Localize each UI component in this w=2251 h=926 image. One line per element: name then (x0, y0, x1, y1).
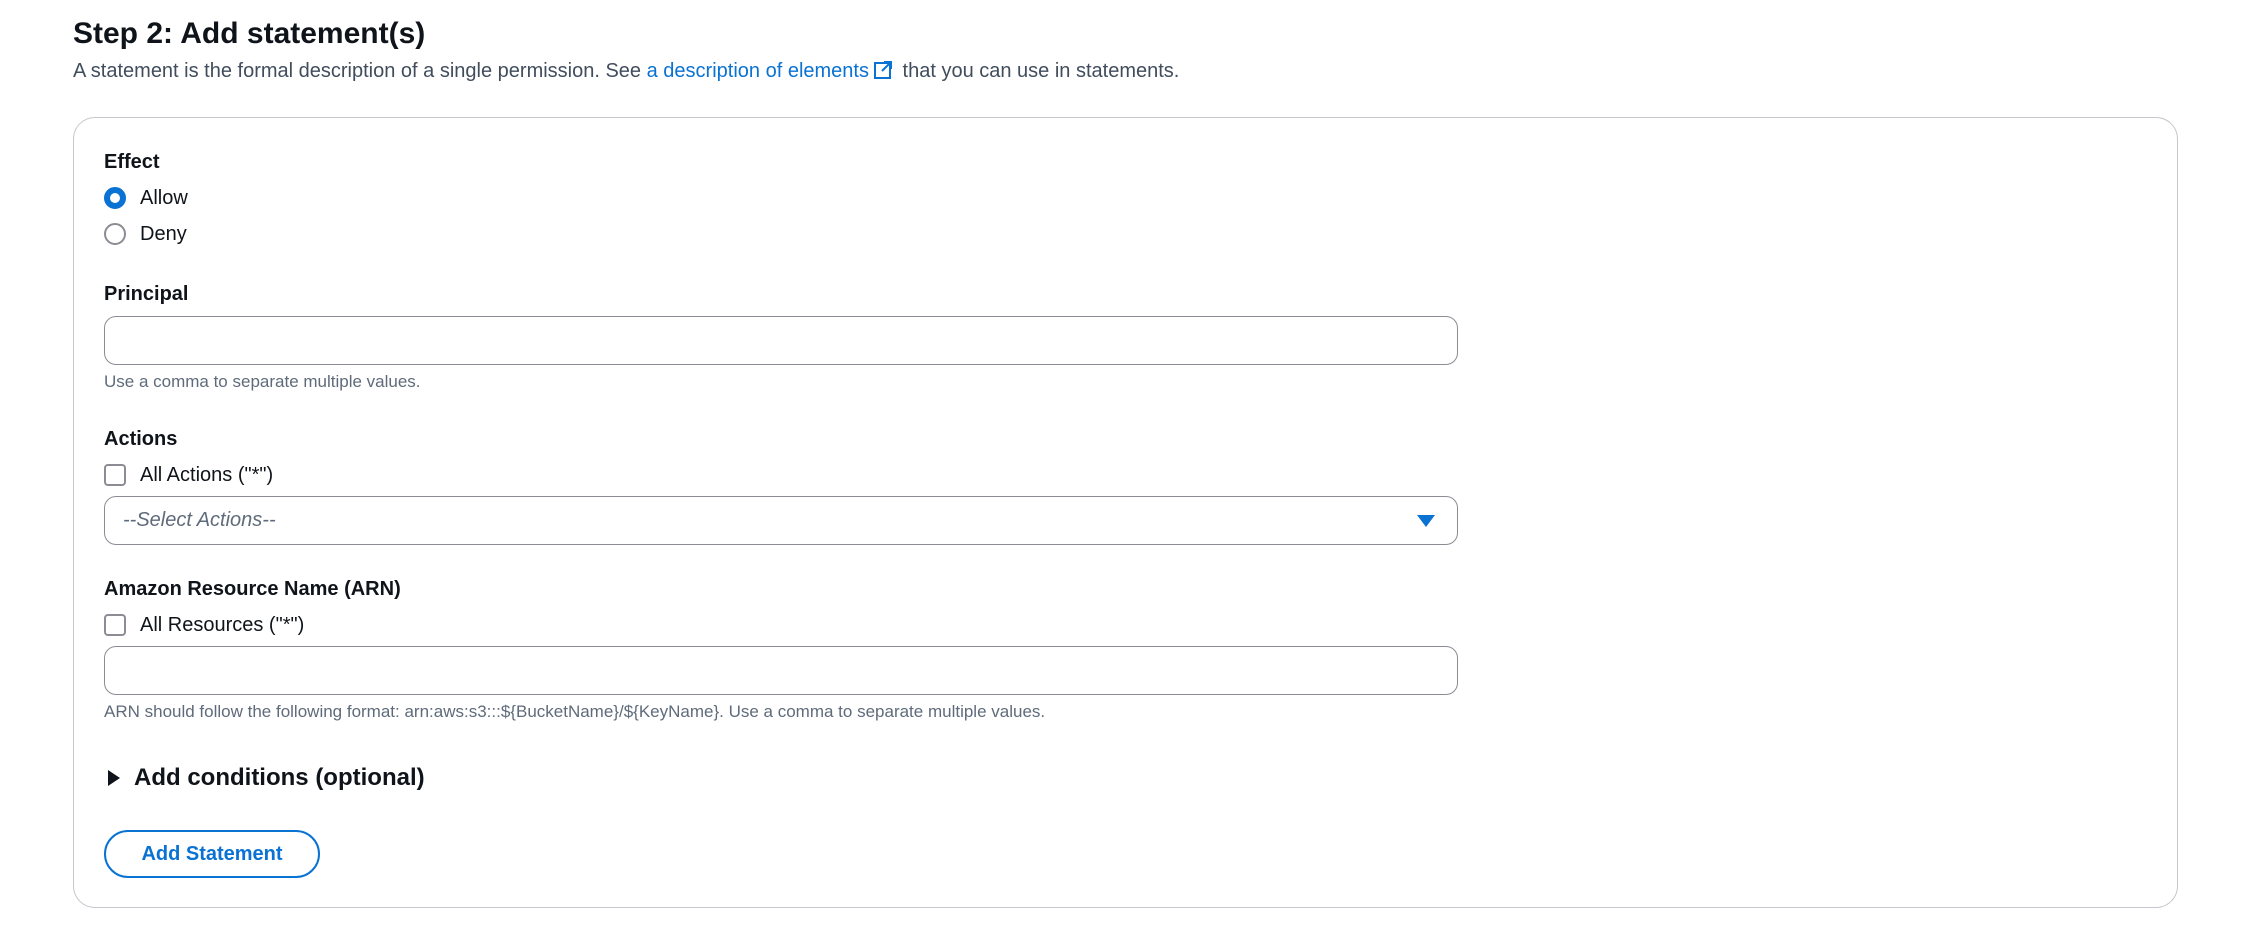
all-actions-option[interactable]: All Actions ("*") (104, 461, 273, 489)
actions-select-placeholder: --Select Actions-- (123, 509, 276, 531)
arn-label: Amazon Resource Name (ARN) (104, 578, 401, 600)
deny-radio-label: Deny (140, 222, 187, 245)
caret-right-icon (108, 770, 120, 786)
elements-description-link[interactable]: a description of elements (647, 60, 897, 82)
all-actions-label: All Actions ("*") (140, 463, 274, 486)
step-title: Step 2: Add statement(s) (73, 17, 426, 50)
allow-radio[interactable] (104, 187, 126, 209)
add-conditions-expander[interactable]: Add conditions (optional) (104, 762, 425, 794)
all-resources-checkbox[interactable] (104, 614, 126, 636)
arn-hint: ARN should follow the following format: … (104, 702, 1046, 721)
effect-allow-option[interactable]: Allow (104, 184, 188, 212)
effect-deny-option[interactable]: Deny (104, 220, 187, 248)
all-resources-option[interactable]: All Resources ("*") (104, 611, 304, 639)
all-resources-label: All Resources ("*") (140, 613, 305, 636)
effect-label: Effect (104, 151, 160, 173)
external-link-icon (873, 61, 892, 79)
principal-label: Principal (104, 283, 189, 305)
step-description: A statement is the formal description of… (73, 57, 1179, 85)
allow-radio-label: Allow (140, 186, 188, 209)
actions-select[interactable]: --Select Actions-- (104, 496, 1458, 545)
policy-generator-step2: Step 2: Add statement(s) A statement is … (0, 0, 2251, 926)
principal-input[interactable] (104, 316, 1458, 365)
description-prefix: A statement is the formal description of… (73, 60, 647, 82)
actions-label: Actions (104, 428, 178, 450)
deny-radio[interactable] (104, 223, 126, 245)
elements-description-link-text: a description of elements (646, 60, 869, 82)
caret-down-icon (1417, 514, 1435, 527)
all-actions-checkbox[interactable] (104, 464, 126, 486)
arn-input[interactable] (104, 646, 1458, 695)
description-suffix: that you can use in statements. (896, 60, 1180, 82)
add-statement-button[interactable]: Add Statement (104, 830, 320, 878)
principal-hint: Use a comma to separate multiple values. (104, 372, 421, 391)
add-conditions-label: Add conditions (optional) (134, 764, 425, 791)
